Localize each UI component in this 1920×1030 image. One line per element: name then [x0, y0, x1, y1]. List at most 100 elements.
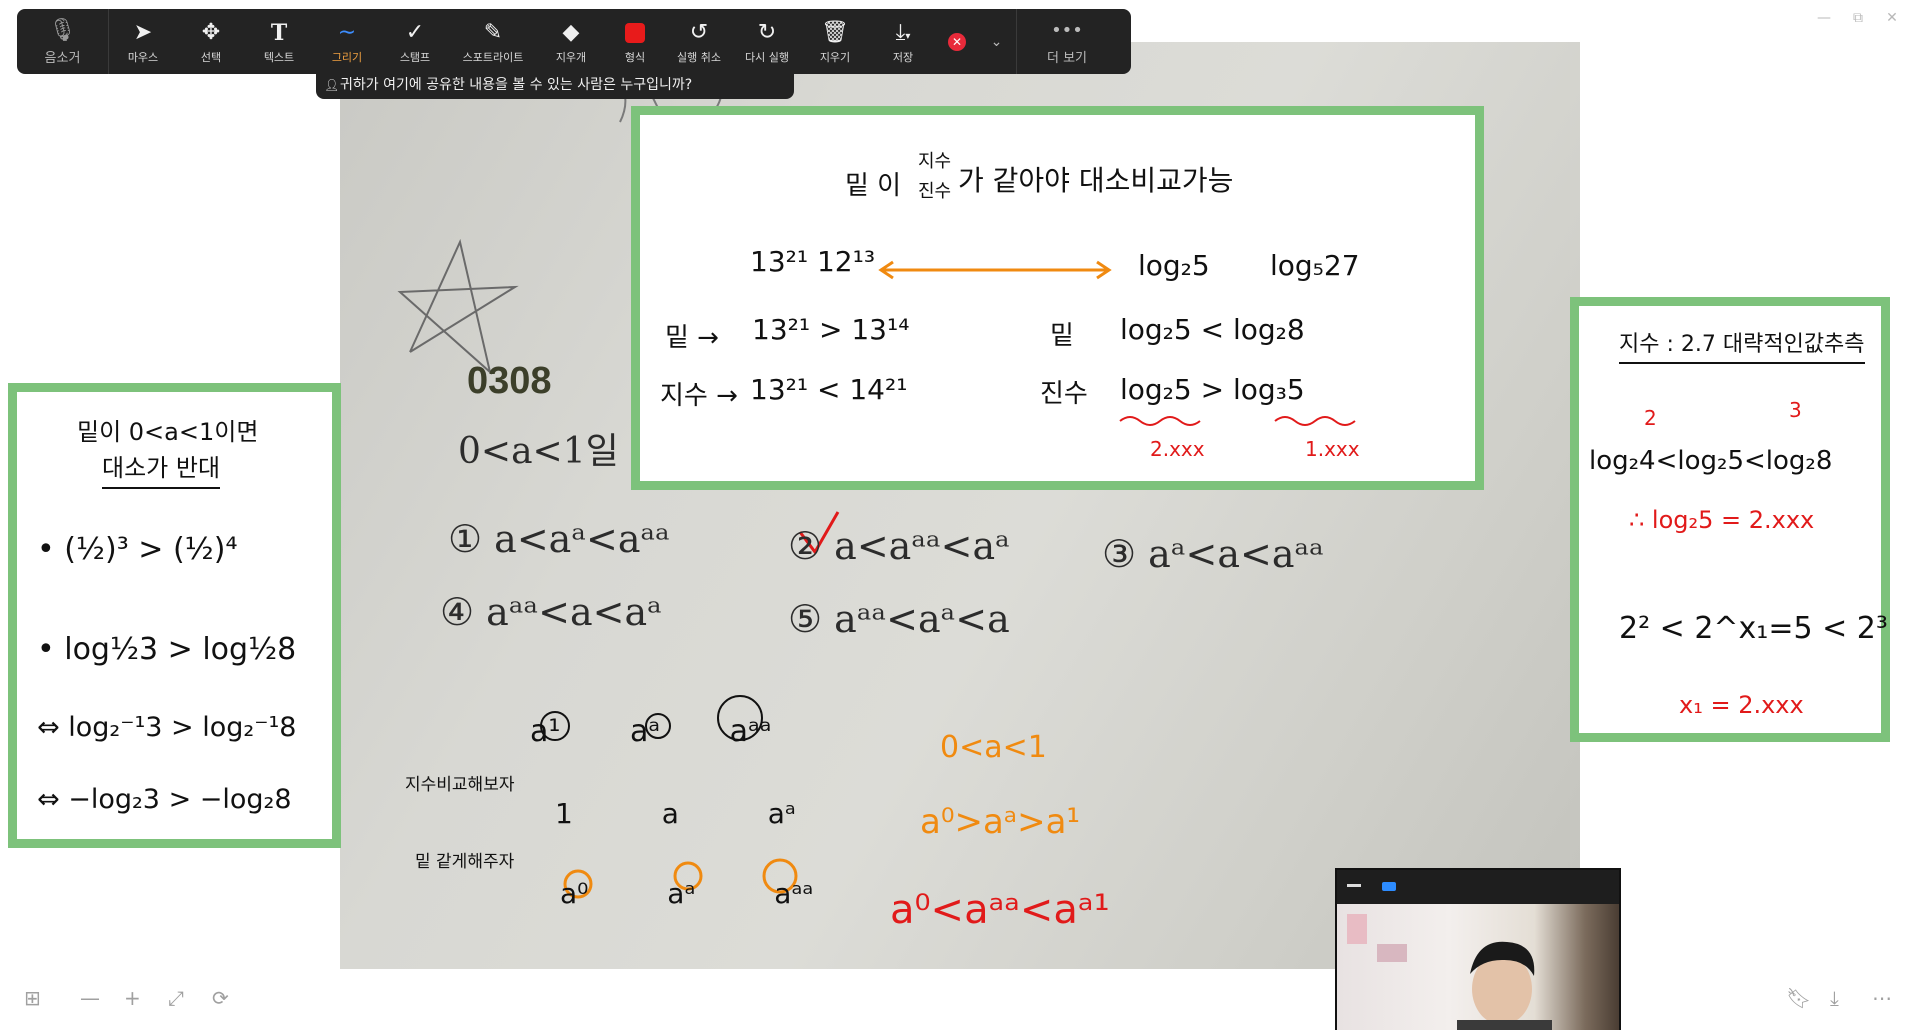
choice-number: ② [788, 524, 823, 568]
share-banner-text: 귀하가 여기에 공유한 내용을 볼 수 있는 사람은 누구입니까? [340, 77, 693, 93]
zoom-in-icon[interactable]: + [124, 986, 141, 1010]
center-row3-right-label: 진수 [1040, 379, 1088, 409]
person-icon: 👤︎ [324, 78, 340, 92]
scribble-star [397, 238, 519, 375]
choice-3[interactable]: ③ aᵃ<a<aᵃᵃ [1102, 532, 1324, 576]
spotlight-icon: ✎ [483, 19, 503, 45]
tool-format[interactable]: 형식 [605, 9, 665, 74]
more-icon[interactable]: ⋯ [1872, 986, 1892, 1010]
more-dots-icon: ••• [1051, 20, 1083, 41]
center-row1-right-b: log₅27 [1270, 249, 1360, 282]
note-red: a⁰<aᵃᵃ<aᵃ¹ [890, 887, 1110, 933]
center-row2-label: 밑 → [665, 323, 719, 353]
tool-stamp[interactable]: ✓ 스탬프 [381, 9, 449, 74]
download-icon[interactable]: ⤓ [1830, 986, 1839, 1010]
choice-number: ③ [1102, 532, 1137, 576]
save-icon: ⤓▾ [895, 19, 911, 45]
tool-label: 마우스 [127, 50, 159, 64]
right-title: 지수 : 2.7 대략적인값추측 [1619, 326, 1865, 364]
bottom-toolbar: ⊞ — + ⤢ ⟳ 🔖︎ ⤓ ⋯ [0, 970, 1920, 1030]
redo-icon: ↻ [757, 19, 777, 45]
close-window-button[interactable]: ✕ [1882, 8, 1902, 28]
undo-icon: ↺ [689, 19, 709, 45]
grid-icon[interactable]: ⊞ [24, 986, 41, 1010]
video-header [1337, 870, 1619, 904]
zoom-out-icon[interactable]: — [80, 986, 100, 1010]
center-row2-right: log₂5 < log₂8 [1120, 313, 1305, 346]
choice-text: a<aᵃᵃ<aᵃ [834, 524, 1010, 568]
choice-number: ⑤ [788, 597, 823, 641]
annotation-toolbar: 🎙︎ 음소거 ➤ 마우스 ✥ 선택 T 텍스트 ∼ 그리기 ✓ 스탬프 ✎ 스포… [17, 9, 1131, 74]
center-title-a: 밑 이 [845, 171, 902, 201]
left-title1: 밑이 0<a<1이면 [77, 418, 259, 446]
left-note-panel: 밑이 0<a<1이면 대소가 반대 • (½)³ > (½)⁴ • log½3 … [8, 383, 341, 848]
choice-5[interactable]: ⑤ aᵃᵃ<aᵃ<a [788, 597, 1010, 641]
mute-button[interactable]: 🎙︎ 음소거 [17, 9, 109, 74]
tool-label: 선택 [200, 50, 222, 64]
choice-number: ④ [440, 590, 475, 634]
mute-label: 음소거 [44, 51, 81, 66]
tool-eraser[interactable]: ◆ 지우개 [537, 9, 605, 74]
tool-draw[interactable]: ∼ 그리기 [313, 9, 381, 74]
choice-1[interactable]: ① a<aᵃ<aᵃᵃ [448, 517, 670, 561]
stamp-check-icon: ✓ [405, 19, 425, 45]
center-title-c: 가 같아야 대소비교가능 [958, 164, 1234, 197]
window-controls: — ⧉ ✕ [1814, 8, 1902, 28]
tool-save[interactable]: ⤓▾ 저장 [869, 9, 937, 74]
red-wavy-underlines [1119, 416, 1356, 426]
orange-double-arrow [878, 260, 1112, 280]
fit-screen-icon[interactable]: ⤢ [168, 986, 184, 1010]
participant-video[interactable] [1335, 868, 1621, 1030]
note-row1: a¹ aᵃ aᵃᵃ [530, 714, 772, 749]
note-side1: 지수비교해보자 [405, 775, 515, 795]
video-layout-icon[interactable] [1382, 882, 1396, 891]
choice-text: aᵃ<a<aᵃᵃ [1148, 532, 1324, 576]
right-line3: 2² < 2^x₁=5 < 2³ [1619, 611, 1888, 646]
tool-label: 지우기 [819, 50, 851, 64]
tool-mouse[interactable]: ➤ 마우스 [109, 9, 177, 74]
format-color-icon [625, 19, 645, 47]
mouse-pointer-icon: ➤ [133, 19, 153, 45]
more-label: 더 보기 [1046, 51, 1087, 66]
video-minimize-icon[interactable] [1347, 884, 1361, 887]
choice-2[interactable]: ② a<aᵃᵃ<aᵃ [788, 524, 1010, 568]
tool-spotlight[interactable]: ✎ 스포트라이트 [449, 9, 537, 74]
tool-label: 저장 [892, 50, 914, 64]
minimize-button[interactable]: — [1814, 8, 1834, 28]
tool-clear[interactable]: 🗑︎ 지우기 [801, 9, 869, 74]
move-arrows-icon: ✥ [201, 19, 221, 45]
note-orange2: a⁰>aᵃ>a¹ [920, 802, 1081, 842]
right-mark-2: 2 [1644, 406, 1657, 430]
left-title2: 대소가 반대 [102, 448, 221, 489]
rotate-icon[interactable]: ⟳ [212, 986, 229, 1010]
bookmark-icon[interactable]: 🔖︎ [1786, 986, 1811, 1010]
restore-button[interactable]: ⧉ [1848, 8, 1868, 28]
microphone-icon: 🎙︎ [48, 18, 77, 43]
problem-number: 0308 [467, 360, 552, 402]
center-row1-left: 13²¹ 12¹³ [750, 245, 876, 278]
choice-4[interactable]: ④ aᵃᵃ<a<aᵃ [440, 590, 662, 634]
center-title-b-bot: 진수 [918, 181, 952, 202]
tool-select[interactable]: ✥ 선택 [177, 9, 245, 74]
left-line2: • log½3 > log½8 [37, 632, 297, 667]
center-red-b: 1.xxx [1305, 437, 1360, 461]
tool-label: 실행 취소 [677, 50, 721, 64]
left-line4: ⇔ −log₂3 > −log₂8 [37, 784, 292, 815]
toolbar-collapse-button[interactable]: ⌄ [977, 9, 1017, 74]
note-orange1: 0<a<1 [940, 730, 1047, 765]
app-root: — ⧉ ✕ 0308 0<a<1일 때, 세 수 a, aᵃ, aᵃᵃ의 대소 … [0, 0, 1920, 1030]
center-row1-right-a: log₂5 [1138, 249, 1210, 282]
tool-label: 지우개 [555, 50, 587, 64]
tool-redo[interactable]: ↻ 다시 실행 [733, 9, 801, 74]
close-annotation-button[interactable]: ✕ [937, 9, 977, 74]
more-button[interactable]: ••• 더 보기 [1017, 9, 1117, 74]
right-note-panel: 지수 : 2.7 대략적인값추측 2 3 log₂4<log₂5<log₂8 ∴… [1570, 297, 1890, 742]
center-row3-label: 지수 → [660, 381, 738, 411]
center-red-a: 2.xxx [1150, 437, 1205, 461]
tool-undo[interactable]: ↺ 실행 취소 [665, 9, 733, 74]
center-row3-right: log₂5 > log₃5 [1120, 373, 1305, 406]
tool-label: 스탬프 [399, 50, 431, 64]
choice-text: a<aᵃ<aᵃᵃ [494, 517, 670, 561]
share-visibility-banner[interactable]: 👤︎ 귀하가 여기에 공유한 내용을 볼 수 있는 사람은 누구입니까? [316, 72, 794, 99]
tool-text[interactable]: T 텍스트 [245, 9, 313, 74]
